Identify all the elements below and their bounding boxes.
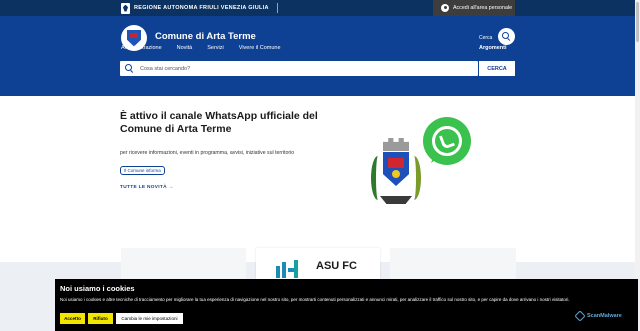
scanmalware-label: ScanMalware [587,313,622,319]
scanmalware-badge[interactable]: ScanMalware [574,310,622,322]
search-button[interactable] [498,28,515,45]
all-news-label: TUTTE LE NOVITÀ [120,185,167,190]
site-header: Comune di Arta Terme Cerca [0,16,640,96]
accept-button[interactable]: Accetto [60,313,85,324]
search-label: Cerca [479,35,493,41]
cookie-title: Noi usiamo i cookies [60,284,135,293]
region-crest-icon [121,2,130,14]
ribbon [380,196,412,204]
divider [276,3,278,13]
search-icon [502,32,511,41]
region-name: REGIONE AUTONOMA FRIULI VENEZIA GIULIA [134,5,269,11]
top-bar: REGIONE AUTONOMA FRIULI VENEZIA GIULIA A… [0,0,640,16]
hero-title[interactable]: È attivo il canale WhatsApp ufficiale de… [120,110,320,136]
cookie-text: Noi usiamo i cookies e altre tecniche di… [60,297,570,302]
nav-item-novita[interactable]: Novità [177,45,193,55]
shield-icon [383,152,409,186]
main-nav: Amministrazione Novità Servizi Vivere il… [121,45,296,55]
nav-item-servizi[interactable]: Servizi [207,45,224,55]
scrollbar[interactable] [635,0,640,279]
nav-item-amministrazione[interactable]: Amministrazione [121,45,162,55]
hero-coat-of-arms-image [366,138,426,212]
page: REGIONE AUTONOMA FRIULI VENEZIA GIULIA A… [0,0,640,331]
search-placeholder: Cosa stai cercando? [140,65,191,72]
login-label: Accedi all'area personale [453,5,513,11]
scrollbar-thumb[interactable] [636,2,639,42]
coat-of-arms-icon [127,29,141,47]
asu-label: ASU FC [316,260,357,272]
laurel-right [407,156,421,200]
search-input[interactable]: Cosa stai cercando? [120,61,478,76]
reject-button[interactable]: Rifiuto [88,313,113,324]
asu-logo-icon [276,260,306,278]
cerca-button[interactable]: CERCA [478,61,515,76]
category-chip[interactable]: Il Comune informa [120,166,165,175]
login-button[interactable]: Accedi all'area personale [433,0,515,16]
whatsapp-icon [423,117,471,165]
nav-item-vivere[interactable]: Vivere il Comune [239,45,281,55]
site-title[interactable]: Comune di Arta Terme [155,31,256,42]
laurel-left [371,156,385,200]
crown-icon [383,138,409,151]
region-link[interactable]: REGIONE AUTONOMA FRIULI VENEZIA GIULIA [121,2,278,14]
search-icon [125,64,134,73]
nav-item-argomenti[interactable]: Argomenti [479,45,507,51]
user-icon [441,4,449,12]
cookie-settings-button[interactable]: Cambia le mie impostazioni [116,313,183,324]
hero-subtitle: per ricevere informazioni, eventi in pro… [120,150,295,156]
cookie-banner: Noi usiamo i cookies Noi usiamo i cookie… [55,279,638,331]
all-news-link[interactable]: TUTTE LE NOVITÀ → [120,185,174,190]
scanmalware-logo-icon [574,310,586,322]
arrow-right-icon: → [168,185,174,190]
